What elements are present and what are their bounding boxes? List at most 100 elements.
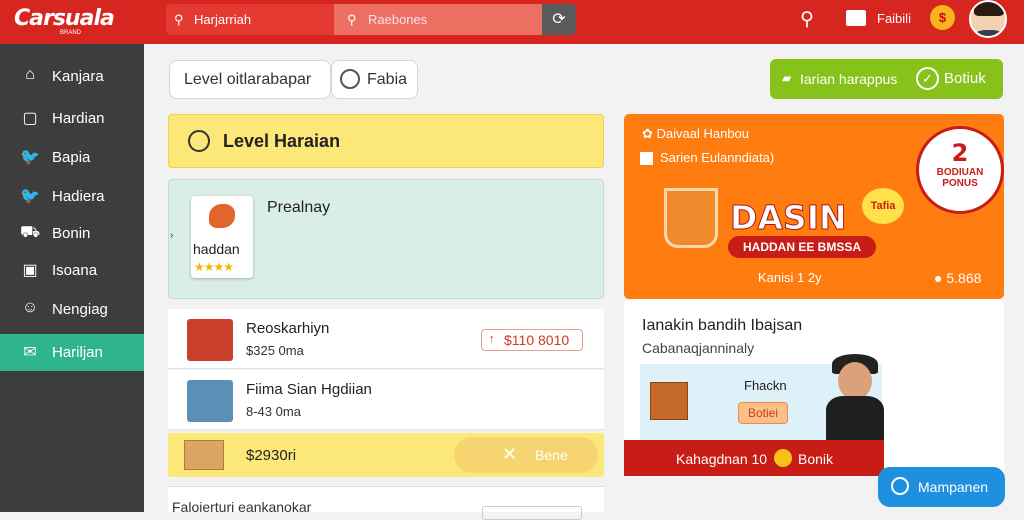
sidebar-item-label: Bapia — [52, 149, 91, 166]
offer-footer[interactable]: Kahagdnan 10 Bonik — [624, 440, 884, 476]
home-icon: ⌂ — [25, 66, 35, 83]
search-input-secondary[interactable]: ⚲ Raebones — [334, 4, 542, 35]
app-logo[interactable]: Carsuala — [14, 6, 115, 31]
ticket-icon: ▰ — [782, 71, 792, 85]
search-primary-text: Harjarriah — [194, 12, 252, 27]
floating-action-button[interactable]: Mampanen — [878, 467, 1005, 507]
crates-icon — [650, 382, 688, 420]
bonus-badge: 2 BODIUAN PONUS — [916, 126, 1004, 214]
green-action-button[interactable]: ▰ Iarian harappus ✓ Botiuk — [770, 59, 1003, 99]
yellow-row-button[interactable]: ✕ Bene — [454, 437, 598, 473]
offer-image-label: Fhackn — [744, 378, 787, 393]
yellow-row-button-label: Bene — [535, 447, 568, 463]
coin-icon[interactable]: $ — [930, 5, 955, 30]
top-bar: Carsuala BRAND ⚲ Harjarriah ⚲ Raebones ⟳… — [0, 0, 1024, 44]
level-filter-pill[interactable]: Level oitlarabapar — [169, 60, 331, 99]
bottom-row[interactable]: Faloierturi eankanokar — [168, 486, 604, 520]
price-value: $110 8010 — [504, 332, 570, 348]
featured-card[interactable]: › haddan ★★★★ Prealnay — [168, 179, 604, 299]
chevron-right-icon: › — [170, 230, 174, 241]
close-icon: ✕ — [502, 444, 518, 464]
bag-icon: ▣ — [22, 262, 38, 279]
sidebar-item-bapia[interactable]: 🐦 Bapia — [0, 139, 144, 176]
app-card[interactable]: haddan ★★★★ — [191, 196, 253, 278]
clock-icon — [188, 130, 210, 152]
folder-label[interactable]: Faibili — [877, 11, 911, 26]
coin-icon — [774, 449, 792, 467]
avatar-shirt — [975, 30, 1003, 36]
rating-stars: ★★★★ — [194, 260, 234, 274]
arrow-up-icon: ↑ — [489, 333, 495, 345]
list-item[interactable]: Reoskarhiyn $325 0ma ↑ $110 8010 — [168, 309, 604, 369]
check-circle-icon: ✓ — [916, 67, 939, 90]
folder-icon[interactable] — [846, 10, 866, 26]
sidebar-item-hardian[interactable]: ▢ Hardian — [0, 100, 144, 137]
yellow-row[interactable]: $2930ri ✕ Bene — [168, 433, 604, 477]
avatar-hair — [974, 2, 1004, 16]
person-illustration — [824, 352, 886, 442]
sidebar-item-label: Nengiag — [52, 301, 108, 318]
sidebar-item-isoana[interactable]: ▣ Isoana — [0, 252, 144, 289]
list-item-sub: 8-43 0ma — [246, 404, 301, 419]
radio-button[interactable] — [340, 69, 360, 89]
list-item[interactable]: Fiima Sian Hgdiian 8-43 0ma — [168, 370, 604, 430]
bottom-row-field[interactable] — [482, 506, 582, 520]
sidebar-item-kanjara[interactable]: ⌂ Kanjara — [0, 58, 144, 95]
box-icon — [184, 440, 224, 470]
offer-footer-right: Bonik — [798, 451, 834, 467]
offer-title: Ianakin bandih Ibajsan — [642, 317, 803, 334]
promo-line-2: Sarien Eulanndiata) — [660, 150, 775, 165]
list-item-name: Reoskarhiyn — [246, 320, 330, 337]
price-badge: ↑ $110 8010 — [481, 329, 583, 351]
sidebar-item-hariljan[interactable]: ✉ Hariljan — [0, 334, 144, 371]
logo-subtext: BRAND — [60, 30, 82, 36]
checkbox-icon — [640, 152, 653, 165]
floating-button-label: Mampanen — [918, 479, 989, 495]
bird-icon: 🐦 — [20, 149, 40, 166]
promo-line-1-text: Daivaal Hanbou — [656, 126, 750, 141]
list-item-name: Fiima Sian Hgdiian — [246, 381, 372, 398]
search-icon[interactable]: ⚲ — [800, 8, 814, 31]
avatar[interactable] — [969, 0, 1007, 38]
search-button[interactable]: ⟳ — [542, 4, 576, 35]
search-icon: ⚲ — [174, 12, 184, 27]
person-thumbnail — [187, 380, 233, 422]
sidebar-item-label: Hardian — [52, 110, 105, 127]
search-secondary-text: Raebones — [368, 12, 428, 27]
sidebar-item-hadiera[interactable]: 🐦 Hadiera — [0, 178, 144, 215]
bird-logo-icon — [209, 204, 235, 228]
leaf-icon: ✿ — [642, 126, 657, 141]
body-shape — [826, 396, 884, 442]
sidebar-item-label: Kanjara — [52, 68, 104, 85]
promo-amount: ● 5.868 — [934, 270, 982, 286]
offer-footer-left: Kahagdnan 10 — [676, 451, 768, 467]
promo-bar: HADDAN EE BMSSA — [728, 236, 876, 258]
search-input-primary[interactable]: ⚲ Harjarriah — [166, 4, 334, 35]
list-item-sub: $325 0ma — [246, 343, 304, 358]
promo-line-1: ✿ Daivaal Hanbou — [642, 126, 749, 142]
featured-title: Prealnay — [267, 199, 331, 216]
chef-icon: ☺ — [21, 299, 39, 316]
square-icon: ▢ — [22, 110, 38, 127]
offer-image-button[interactable]: Botiei — [738, 402, 788, 424]
sidebar-item-label: Isoana — [52, 262, 98, 279]
promo-headline: DASIN — [730, 198, 848, 238]
bottom-row-text: Faloierturi eankanokar — [172, 499, 312, 515]
level-filter-label: Level oitlarabapar — [184, 71, 312, 88]
sidebar-item-nengiag[interactable]: ☺ Nengiag — [0, 291, 144, 328]
sidebar: ⌂ Kanjara ▢ Hardian 🐦 Bapia 🐦 Hadiera ⛟ … — [0, 44, 144, 512]
sidebar-item-label: Hadiera — [52, 188, 105, 205]
sidebar-item-bonin[interactable]: ⛟ Bonin — [0, 215, 144, 252]
green-button-label: Iarian harappus — [800, 71, 898, 87]
green-button-action: Botiuk — [944, 70, 986, 87]
yellow-row-amount: $2930ri — [246, 447, 297, 464]
chat-icon — [891, 477, 909, 495]
search-icon: ⟳ — [552, 11, 566, 28]
bird-icon: 🐦 — [20, 188, 40, 205]
offer-panel[interactable]: Ianakin bandih Ibajsan Cabanaqjanninaly … — [624, 300, 1004, 476]
sidebar-item-label: Bonin — [52, 225, 91, 242]
level-title: Level Haraian — [223, 131, 341, 151]
promo-banner[interactable]: ✿ Daivaal Hanbou Sarien Eulanndiata) DAS… — [624, 114, 1004, 299]
level-header: Level Haraian — [168, 114, 604, 168]
bonus-badge-number: 2 — [951, 139, 969, 167]
